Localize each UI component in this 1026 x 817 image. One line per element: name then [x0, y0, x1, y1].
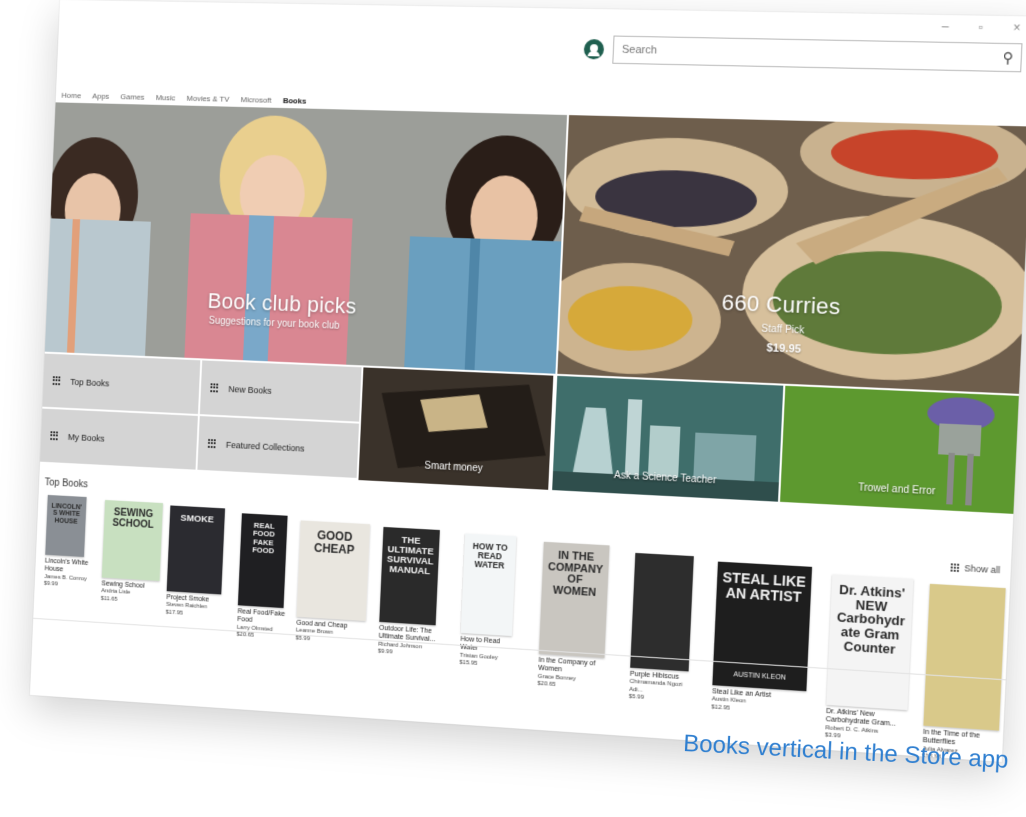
close-button[interactable]: × [1008, 20, 1026, 35]
hero-660-curries[interactable]: 660 Curries Staff Pick $19.95 [557, 115, 1026, 394]
nav-item-home[interactable]: Home [61, 91, 81, 100]
book-cover: REAL FOOD FAKE FOOD [237, 513, 288, 609]
book-cover: HOW TO READ WATER [460, 533, 517, 637]
book-cover: IN THE COMPANY OF WOMEN [538, 541, 610, 658]
book-tile[interactable]: LINCOLN'S WHITE HOUSE Lincoln's White Hou… [44, 494, 92, 590]
book-cover-text: IN THE COMPANY OF WOMEN [547, 549, 604, 599]
book-tile[interactable]: REAL FOOD FAKE FOOD Real Food/Fake Food La… [236, 513, 293, 642]
hero-book-club-image [44, 102, 568, 374]
search-input[interactable] [613, 38, 996, 69]
hero-right-price: $19.95 [766, 342, 802, 356]
book-cover: STEAL LIKE AN ARTIST AUSTIN KLEON [712, 561, 813, 692]
category-label: My Books [67, 431, 105, 444]
avatar-shoulders-icon [587, 51, 600, 57]
hero-right-subtitle: Staff Pick [761, 323, 805, 337]
search-box: ⚲ [612, 35, 1023, 73]
search-icon[interactable]: ⚲ [995, 48, 1021, 66]
category-label: Top Books [70, 376, 110, 388]
window-controls: – ▫ × [936, 19, 1025, 35]
category-top-books[interactable]: Top Books [42, 353, 201, 415]
maximize-button[interactable]: ▫ [972, 20, 990, 35]
book-cover-text: LINCOLN'S WHITE HOUSE [51, 502, 83, 526]
category-featured-collections[interactable]: Featured Collections [197, 416, 360, 478]
nav-item-movies-tv[interactable]: Movies & TV [186, 94, 229, 104]
category-new-books[interactable]: New Books [199, 360, 362, 422]
tile-ask-science-teacher[interactable]: Ask a Science Teacher [552, 375, 784, 502]
book-tile[interactable]: SEWING SCHOOL Sewing School Andria Lisle $1… [101, 499, 169, 606]
book-cover-text: SEWING SCHOOL [112, 507, 154, 531]
book-cover-author: AUSTIN KLEON [733, 671, 787, 682]
book-tile[interactable]: GOOD CHEAP Good and Cheap Leanne Brown $5.9… [295, 520, 375, 646]
account-avatar[interactable] [583, 38, 605, 60]
nav-item-microsoft[interactable]: Microsoft [240, 95, 271, 105]
grid-icon [207, 438, 217, 448]
category-my-books[interactable]: My Books [40, 408, 198, 470]
book-cover-text: THE ULTIMATE SURVIVAL MANUAL [386, 534, 434, 578]
grid-icon [50, 431, 59, 440]
book-cover-text: Dr. Atkins' NEW Carbohydrate Gram Counte… [836, 581, 906, 657]
tile-smart-money[interactable]: Smart money [358, 367, 554, 490]
book-tile[interactable]: STEAL LIKE AN ARTIST AUSTIN KLEON Steal Li… [711, 561, 818, 718]
store-window: – ▫ × ⚲ Home Apps Games Music Movies & TV Mic… [29, 0, 1026, 762]
book-cover [923, 583, 1006, 731]
book-cover: LINCOLN'S WHITE HOUSE [45, 494, 87, 558]
grid-icon [52, 376, 62, 385]
book-cover: SEWING SCHOOL [101, 499, 163, 581]
top-books-row: LINCOLN'S WHITE HOUSE Lincoln's White Hou… [41, 494, 1006, 761]
category-grid: Top Books New Books My Books Featured Colle… [40, 353, 362, 478]
book-cover-text: STEAL LIKE AN ARTIST [722, 568, 807, 605]
nav-item-apps[interactable]: Apps [92, 92, 109, 101]
nav-item-books[interactable]: Books [283, 96, 307, 105]
book-tile[interactable]: IN THE COMPANY OF WOMEN In the Company of… [537, 541, 615, 693]
book-cover-text: GOOD CHEAP [313, 528, 355, 557]
book-cover-text: SMOKE [180, 512, 215, 526]
top-books-heading: Top Books [44, 477, 89, 491]
hero-book-club[interactable]: Book club picks Suggestions for your boo… [44, 102, 568, 374]
stage: – ▫ × ⚲ Home Apps Games Music Movies & TV Mic… [0, 0, 1026, 817]
book-tile[interactable]: HOW TO READ WATER How to Read Water Trista… [459, 533, 522, 670]
nav-item-music[interactable]: Music [156, 93, 176, 102]
book-cover: Dr. Atkins' NEW Carbohydrate Gram Counte… [826, 574, 914, 711]
book-tile[interactable]: SMOKE Project Smoke Steven Raichlen $17.95 [166, 505, 231, 620]
minimize-button[interactable]: – [936, 19, 953, 34]
book-cover-text: HOW TO READ WATER [472, 540, 508, 571]
book-cover-text: REAL FOOD FAKE FOOD [251, 520, 276, 556]
book-tile[interactable]: Purple Hibiscus Chimamanda Ngozi Adi... $5… [629, 552, 700, 705]
book-cover: SMOKE [166, 505, 226, 595]
category-label: New Books [228, 383, 272, 396]
book-cover: GOOD CHEAP [296, 520, 371, 622]
book-tile[interactable]: Dr. Atkins' NEW Carbohydrate Gram Counte… [825, 574, 920, 745]
book-tile[interactable]: In the Time of the Butterflies Julia Alva… [922, 583, 1012, 762]
tile-trowel-and-error[interactable]: Trowel and Error [780, 385, 1019, 514]
hero-right-title: 660 Curries [721, 289, 842, 320]
book-cover: THE ULTIMATE SURVIVAL MANUAL [379, 526, 440, 626]
category-label: Featured Collections [225, 439, 305, 454]
book-cover [630, 552, 694, 672]
nav-item-games[interactable]: Games [120, 92, 144, 101]
grid-icon [210, 383, 219, 393]
